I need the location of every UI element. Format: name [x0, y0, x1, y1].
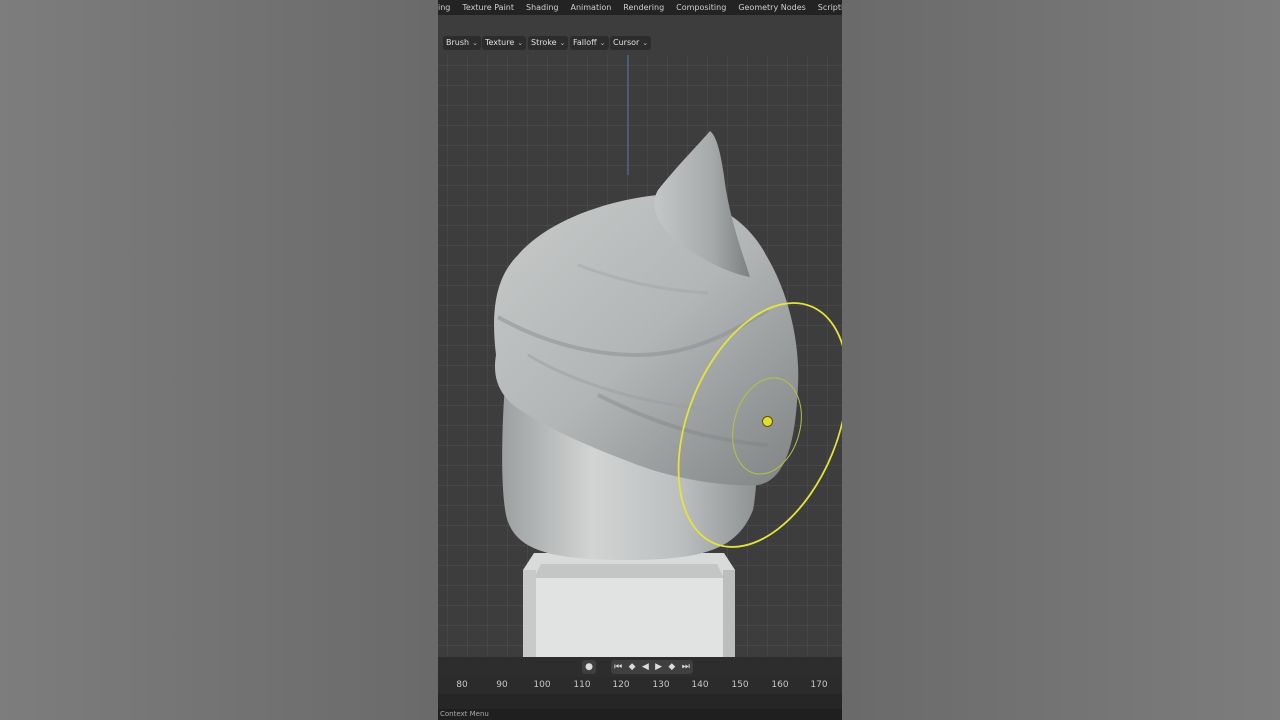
- frame-tick: 150: [731, 680, 749, 690]
- workspace-tab-rendering[interactable]: Rendering: [617, 3, 670, 12]
- frame-tick: 170: [810, 680, 828, 690]
- workspace-tab-geometry-nodes[interactable]: Geometry Nodes: [732, 3, 811, 12]
- frame-tick: 90: [496, 680, 508, 690]
- brush-menu-label: Brush: [446, 38, 470, 47]
- frame-ruler[interactable]: 80 90 100 110 120 130 140 150 160 170: [438, 677, 842, 694]
- play-reverse-icon[interactable]: ◀: [642, 660, 649, 674]
- playback-controls: ● ⏮ ◆ ◀ ▶ ◆ ⏭: [438, 657, 842, 677]
- stroke-menu[interactable]: Stroke ⌄: [528, 36, 569, 50]
- frame-tick: 160: [771, 680, 789, 690]
- pedestal: [523, 553, 735, 657]
- texture-menu[interactable]: Texture ⌄: [482, 36, 527, 50]
- next-keyframe-icon[interactable]: ◆: [668, 660, 675, 674]
- chevron-down-icon: ⌄: [559, 39, 566, 47]
- workspace-tab-compositing[interactable]: Compositing: [670, 3, 732, 12]
- blender-window: ing Texture Paint Shading Animation Rend…: [438, 0, 842, 720]
- cursor-menu-label: Cursor: [613, 38, 640, 47]
- workspace-tab-scripting[interactable]: Scripting: [812, 3, 842, 12]
- brush-menu[interactable]: Brush ⌄: [443, 36, 481, 50]
- workspace-tab-sculpting[interactable]: ing: [438, 3, 456, 12]
- status-bar: Context Menu: [438, 709, 842, 720]
- frame-tick: 120: [612, 680, 630, 690]
- workspace-tab-texture-paint[interactable]: Texture Paint: [456, 3, 520, 12]
- record-icon[interactable]: ●: [582, 660, 596, 674]
- chevron-down-icon: ⌄: [642, 39, 649, 47]
- texture-menu-label: Texture: [485, 38, 515, 47]
- jump-start-icon[interactable]: ⏮: [614, 660, 622, 674]
- frame-tick: 80: [456, 680, 468, 690]
- playback-button-group: ⏮ ◆ ◀ ▶ ◆ ⏭: [611, 660, 693, 674]
- jump-end-icon[interactable]: ⏭: [682, 660, 690, 674]
- sculpt-scene: [494, 55, 842, 657]
- cursor-menu[interactable]: Cursor ⌄: [610, 36, 652, 50]
- chevron-down-icon: ⌄: [517, 39, 524, 47]
- brush-cursor-icon: [763, 417, 772, 426]
- falloff-menu[interactable]: Falloff ⌄: [570, 36, 609, 50]
- stroke-menu-label: Stroke: [531, 38, 557, 47]
- play-icon[interactable]: ▶: [655, 660, 662, 674]
- chevron-down-icon: ⌄: [472, 39, 478, 47]
- chevron-down-icon: ⌄: [599, 39, 606, 47]
- falloff-menu-label: Falloff: [573, 38, 597, 47]
- prev-keyframe-icon[interactable]: ◆: [629, 660, 636, 674]
- status-hint: Context Menu: [440, 710, 489, 718]
- workspace-tab-shading[interactable]: Shading: [520, 3, 565, 12]
- workspace-tab-animation[interactable]: Animation: [565, 3, 618, 12]
- frame-tick: 130: [652, 680, 670, 690]
- tool-header: Brush ⌄ Texture ⌄ Stroke ⌄ Falloff ⌄ Cursor ⌄: [438, 15, 842, 55]
- timeline-track-area[interactable]: [438, 694, 842, 710]
- frame-tick: 110: [573, 680, 591, 690]
- frame-tick: 140: [691, 680, 709, 690]
- 3d-viewport[interactable]: [438, 55, 842, 657]
- workspace-tab-bar: ing Texture Paint Shading Animation Rend…: [438, 0, 842, 15]
- frame-tick: 100: [533, 680, 551, 690]
